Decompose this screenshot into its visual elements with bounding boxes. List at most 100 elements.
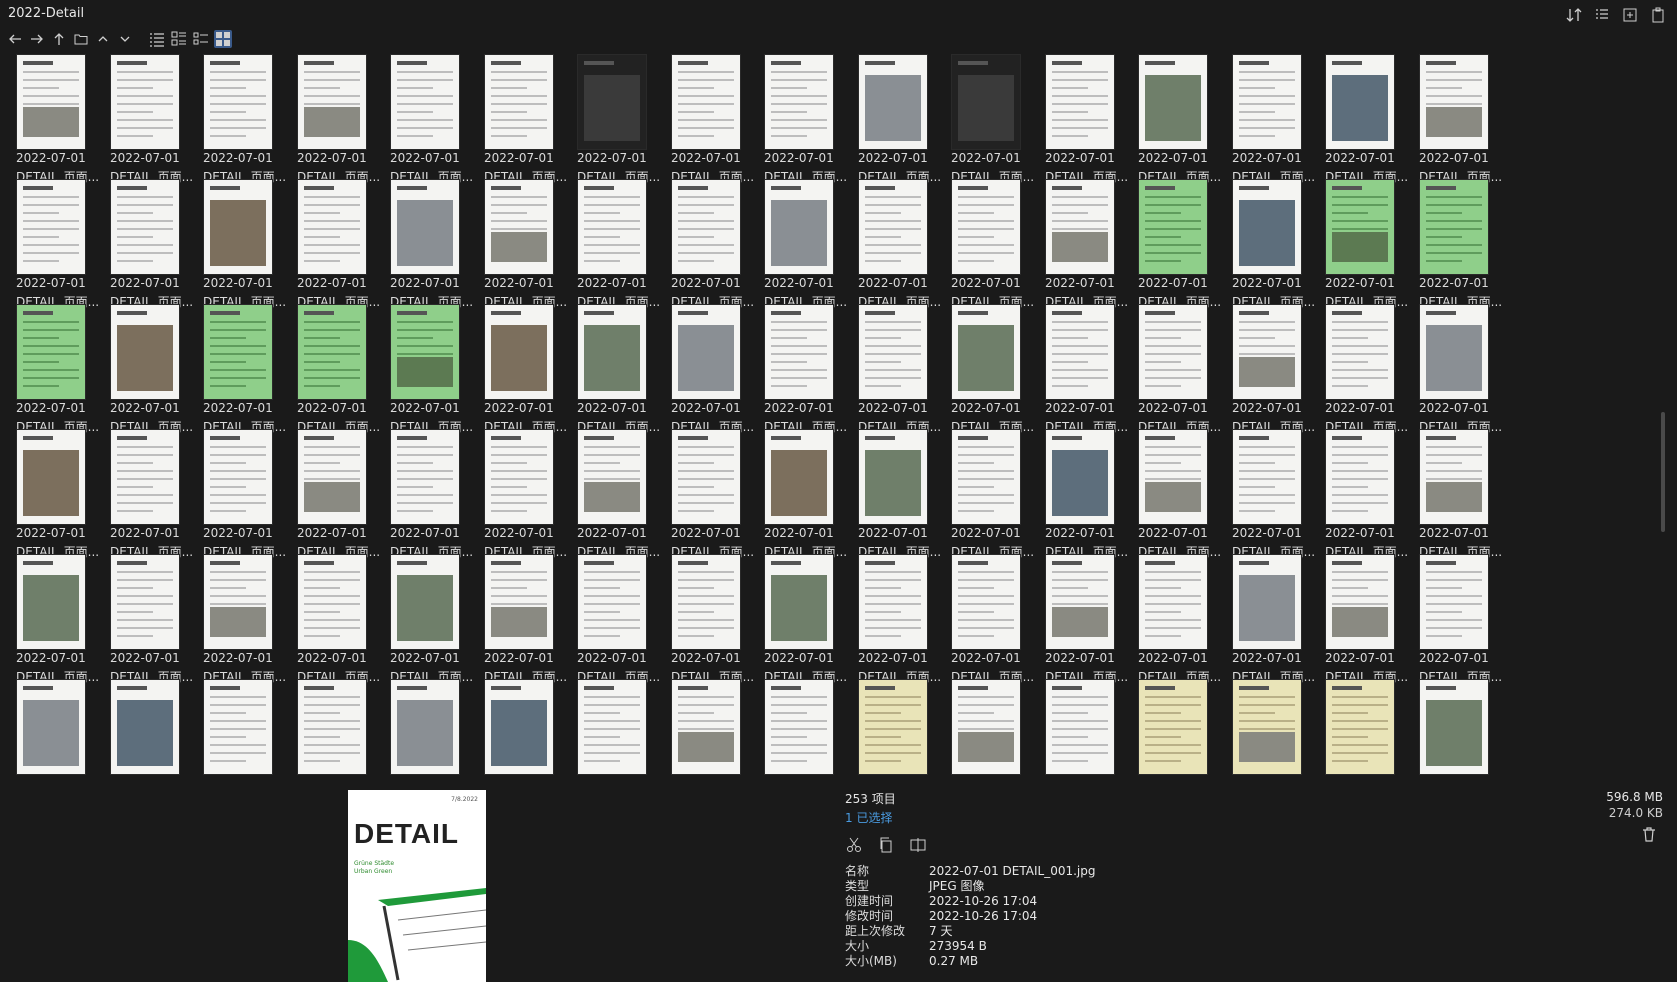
file-item[interactable]: 2022-07-01 DETAIL_页面...: [935, 52, 1034, 186]
file-item[interactable]: 2022-07-01 DETAIL_页面...: [1029, 427, 1128, 561]
scrollbar[interactable]: [1659, 52, 1667, 786]
file-item[interactable]: [468, 677, 564, 786]
file-item[interactable]: 2022-07-01 DETAIL_页面...: [748, 302, 847, 436]
file-item[interactable]: 2022-07-01 DETAIL_页面...: [374, 427, 473, 561]
file-item[interactable]: 2022-07-01 DETAIL_页面...: [374, 552, 473, 686]
file-item[interactable]: [187, 677, 283, 786]
file-item[interactable]: 2022-07-01 DETAIL_页面...: [1403, 302, 1502, 436]
file-item[interactable]: 2022-07-01 DETAIL_页面...: [655, 52, 754, 186]
thumbnail-view-icon[interactable]: [214, 30, 232, 48]
file-item[interactable]: 2022-07-01 DETAIL_页面...: [842, 52, 941, 186]
file-item[interactable]: [281, 677, 377, 786]
list-view-icon[interactable]: [148, 30, 166, 48]
file-item[interactable]: 2022-07-01 DETAIL_页面...: [748, 177, 847, 311]
file-item[interactable]: 2022-07-01 DETAIL_页面...: [0, 302, 99, 436]
file-item[interactable]: 2022-07-01 DETAIL_页面...: [468, 177, 567, 311]
file-item[interactable]: 2022-07-01 DETAIL_页面...: [1029, 52, 1128, 186]
file-item[interactable]: 2022-07-01 DETAIL_页面...: [1309, 427, 1408, 561]
file-item[interactable]: 2022-07-01 DETAIL_页面...: [187, 52, 286, 186]
file-item[interactable]: 2022-07-01 DETAIL_页面...: [1216, 552, 1315, 686]
file-item[interactable]: 2022-07-01 DETAIL_页面...: [1403, 427, 1502, 561]
file-item[interactable]: 2022-07-01 DETAIL_页面...: [842, 427, 941, 561]
file-item[interactable]: 2022-07-01 DETAIL_页面...: [281, 427, 380, 561]
file-item[interactable]: 2022-07-01 DETAIL_页面...: [935, 552, 1034, 686]
file-item[interactable]: 2022-07-01 DETAIL_页面...: [655, 427, 754, 561]
file-item[interactable]: 2022-07-01 DETAIL_页面...: [1309, 177, 1408, 311]
cut-icon[interactable]: [845, 836, 863, 854]
compare-icon[interactable]: [909, 836, 927, 854]
file-item[interactable]: 2022-07-01 DETAIL_页面...: [0, 177, 99, 311]
file-item[interactable]: 2022-07-01 DETAIL_页面...: [281, 52, 380, 186]
file-item[interactable]: 2022-07-01 DETAIL_页面...: [1122, 177, 1221, 311]
file-item[interactable]: 2022-07-01 DETAIL_页面...: [1029, 177, 1128, 311]
file-item[interactable]: 2022-07-01 DETAIL_页面...: [374, 52, 473, 186]
file-item[interactable]: 2022-07-01 DETAIL_页面...: [1216, 177, 1315, 311]
file-item[interactable]: 2022-07-01 DETAIL_页面...: [94, 552, 193, 686]
file-item[interactable]: 2022-07-01 DETAIL_页面...: [94, 302, 193, 436]
file-item[interactable]: 2022-07-01 DETAIL_页面...: [0, 552, 99, 686]
file-item[interactable]: 2022-07-01 DETAIL_页面...: [1122, 302, 1221, 436]
file-item[interactable]: [94, 677, 190, 786]
file-item[interactable]: 2022-07-01 DETAIL_页面...: [374, 302, 473, 436]
file-item[interactable]: 2022-07-01 DETAIL_页面...: [1122, 552, 1221, 686]
file-item[interactable]: 2022-07-01 DETAIL_页面...: [1122, 427, 1221, 561]
file-item[interactable]: 2022-07-01 DETAIL_页面...: [935, 177, 1034, 311]
file-item[interactable]: 2022-07-01 DETAIL_页面...: [1403, 552, 1502, 686]
file-item[interactable]: 2022-07-01 DETAIL_页面...: [561, 177, 660, 311]
file-item[interactable]: [748, 677, 844, 786]
file-item[interactable]: 2022-07-01 DETAIL_页面...: [187, 177, 286, 311]
file-item[interactable]: 2022-07-01 DETAIL_页面...: [935, 302, 1034, 436]
back-icon[interactable]: [6, 30, 24, 48]
file-item[interactable]: 2022-07-01 DETAIL_页面...: [281, 302, 380, 436]
forward-icon[interactable]: [28, 30, 46, 48]
file-item[interactable]: 2022-07-01 DETAIL_页面...: [1309, 52, 1408, 186]
file-item[interactable]: 2022-07-01 DETAIL_页面...: [94, 52, 193, 186]
file-item[interactable]: 2022-07-01 DETAIL_页面...: [0, 52, 99, 186]
file-item[interactable]: 2022-07-01 DETAIL_页面...: [655, 552, 754, 686]
file-item[interactable]: [561, 677, 657, 786]
folder-icon[interactable]: [72, 30, 90, 48]
file-item[interactable]: [374, 677, 470, 786]
scrollbar-thumb[interactable]: [1661, 412, 1665, 532]
file-item[interactable]: 2022-07-01 DETAIL_页面...: [1309, 302, 1408, 436]
file-item[interactable]: 2022-07-01 DETAIL_页面...: [935, 427, 1034, 561]
file-item[interactable]: 2022-07-01 DETAIL_页面...: [842, 177, 941, 311]
file-item[interactable]: 2022-07-01 DETAIL_页面...: [842, 552, 941, 686]
file-item[interactable]: [1122, 677, 1218, 786]
file-item[interactable]: 2022-07-01 DETAIL_页面...: [468, 52, 567, 186]
trash-icon[interactable]: [1641, 826, 1659, 844]
file-item[interactable]: [1029, 677, 1125, 786]
clipboard-icon[interactable]: [1649, 6, 1667, 24]
file-item[interactable]: 2022-07-01 DETAIL_页面...: [748, 552, 847, 686]
file-item[interactable]: 2022-07-01 DETAIL_页面...: [187, 552, 286, 686]
file-item[interactable]: 2022-07-01 DETAIL_页面...: [468, 427, 567, 561]
file-item[interactable]: 2022-07-01 DETAIL_页面...: [561, 302, 660, 436]
file-item[interactable]: 2022-07-01 DETAIL_页面...: [1403, 52, 1502, 186]
new-tab-icon[interactable]: [1621, 6, 1639, 24]
file-item[interactable]: 2022-07-01 DETAIL_页面...: [374, 177, 473, 311]
file-item[interactable]: 2022-07-01 DETAIL_页面...: [187, 427, 286, 561]
file-item[interactable]: 2022-07-01 DETAIL_页面...: [561, 552, 660, 686]
file-item[interactable]: 2022-07-01 DETAIL_页面...: [468, 302, 567, 436]
columns-icon[interactable]: [1593, 6, 1611, 24]
file-item[interactable]: 2022-07-01 DETAIL_页面...: [842, 302, 941, 436]
file-item[interactable]: [0, 677, 96, 786]
file-item[interactable]: 2022-07-01 DETAIL_页面...: [0, 427, 99, 561]
file-item[interactable]: 2022-07-01 DETAIL_页面...: [1216, 52, 1315, 186]
sort-down-icon[interactable]: [116, 30, 134, 48]
file-item[interactable]: 2022-07-01 DETAIL_页面...: [281, 177, 380, 311]
detail-view-icon[interactable]: [170, 30, 188, 48]
file-item[interactable]: 2022-07-01 DETAIL_页面...: [561, 427, 660, 561]
file-item[interactable]: 2022-07-01 DETAIL_页面...: [1403, 177, 1502, 311]
file-item[interactable]: 2022-07-01 DETAIL_页面...: [94, 177, 193, 311]
file-item[interactable]: [1403, 677, 1499, 786]
file-item[interactable]: 2022-07-01 DETAIL_页面...: [748, 52, 847, 186]
file-item[interactable]: 2022-07-01 DETAIL_页面...: [561, 52, 660, 186]
file-item[interactable]: 2022-07-01 DETAIL_页面...: [468, 552, 567, 686]
sort-up-icon[interactable]: [94, 30, 112, 48]
file-item[interactable]: [1216, 677, 1312, 786]
file-item[interactable]: 2022-07-01 DETAIL_页面...: [1029, 552, 1128, 686]
file-item[interactable]: 2022-07-01 DETAIL_页面...: [748, 427, 847, 561]
file-item[interactable]: [935, 677, 1031, 786]
file-item[interactable]: 2022-07-01 DETAIL_页面...: [1216, 302, 1315, 436]
